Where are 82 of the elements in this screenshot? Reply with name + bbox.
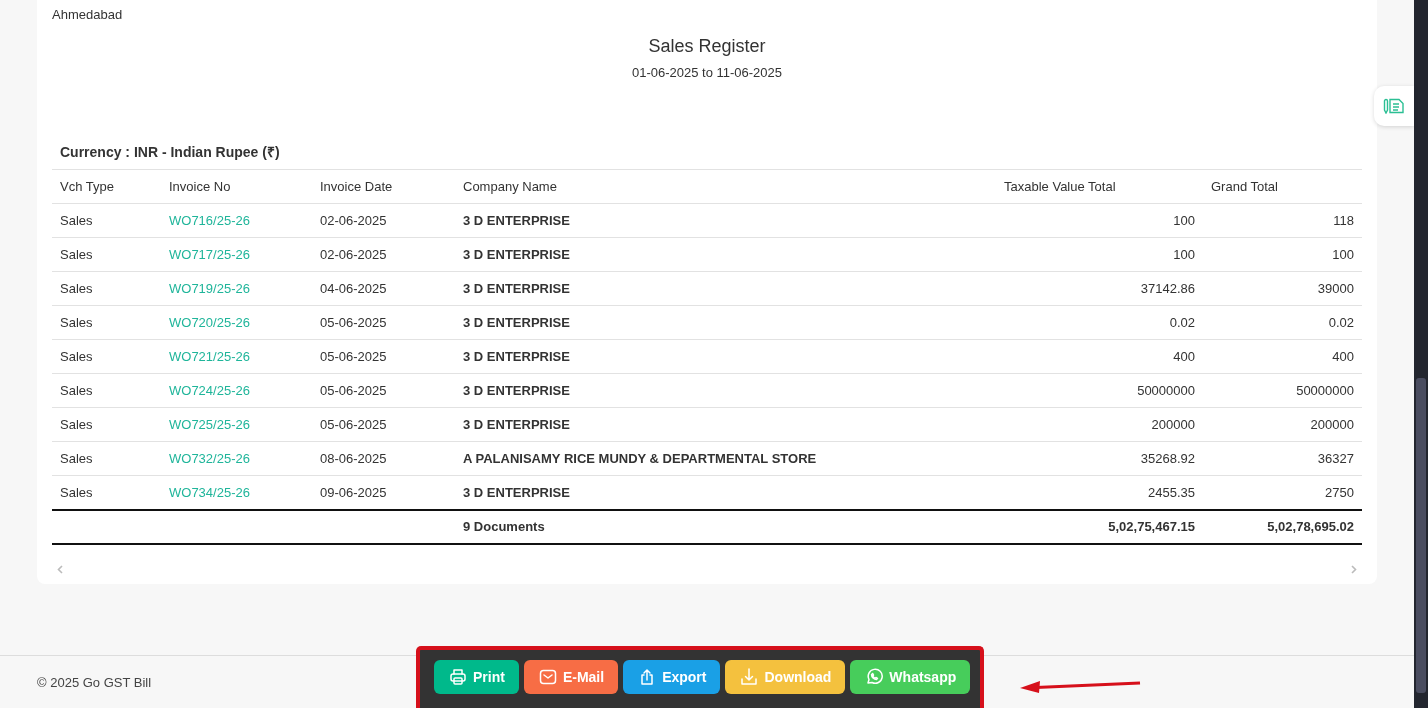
invoice-link[interactable]: WO732/25-26 (169, 451, 250, 466)
table-cell: Sales (60, 417, 93, 432)
table-cell: 05-06-2025 (320, 315, 387, 330)
table-cell: 04-06-2025 (320, 281, 387, 296)
table-cell: 400 (1173, 349, 1195, 364)
invoice-link[interactable]: WO724/25-26 (169, 383, 250, 398)
email-button[interactable]: E-Mail (523, 660, 619, 694)
table-cell: 50000000 (1137, 383, 1195, 398)
table-cell: 3 D ENTERPRISE (463, 417, 570, 432)
table-cell: Sales (60, 451, 93, 466)
table-cell: 35268.92 (1140, 451, 1195, 466)
location-text: Ahmedabad (52, 7, 123, 22)
table-cell: 100 (1332, 247, 1354, 262)
column-header: Grand Total (1211, 179, 1278, 194)
export-button[interactable]: Export (623, 660, 721, 694)
table-cell: 02-06-2025 (320, 213, 387, 228)
invoice-link[interactable]: WO725/25-26 (169, 417, 250, 432)
table-cell: Sales (60, 213, 93, 228)
printer-icon (449, 668, 467, 686)
document-count: 9 Documents (463, 519, 545, 534)
invoice-link[interactable]: WO734/25-26 (169, 484, 250, 500)
table-cell: 3 D ENTERPRISE (463, 484, 570, 500)
table-cell: 118 (1333, 213, 1354, 228)
table-cell: Sales (60, 281, 93, 296)
invoice-link[interactable]: WO720/25-26 (169, 315, 250, 330)
table-cell: 2750 (1325, 484, 1354, 500)
table-cell: 3 D ENTERPRISE (463, 315, 570, 330)
column-header: Invoice Date (320, 179, 393, 194)
table-cell: 200000 (1310, 417, 1354, 432)
table-cell: 100 (1173, 213, 1195, 228)
table-cell: 3 D ENTERPRISE (463, 349, 570, 364)
column-header: Invoice No (169, 179, 231, 194)
invoice-link[interactable]: WO717/25-26 (169, 247, 250, 262)
table-cell: Sales (60, 484, 93, 500)
table-cell: 3 D ENTERPRISE (463, 213, 570, 228)
table-cell: 3 D ENTERPRISE (463, 281, 570, 296)
table-cell: 3 D ENTERPRISE (463, 383, 570, 398)
table-cell: Sales (60, 247, 93, 262)
scrollbar[interactable] (1414, 0, 1428, 708)
copyright-text: © 2025 Go GST Bill (37, 674, 152, 690)
table-cell: 08-06-2025 (320, 451, 387, 466)
table-cell: 05-06-2025 (320, 349, 387, 364)
column-header: Taxable Value Total (1004, 179, 1116, 194)
table-cell: 02-06-2025 (320, 247, 387, 262)
total-value: 5,02,78,695.02 (1267, 519, 1354, 534)
table-cell: 100 (1173, 247, 1195, 262)
chat-bubble-icon (865, 668, 884, 686)
envelope-icon (538, 668, 557, 686)
column-header: Vch Type (60, 179, 114, 194)
table-cell: 37142.86 (1140, 281, 1195, 296)
download-icon (740, 668, 759, 686)
total-value: 5,02,75,467.15 (1108, 519, 1195, 534)
download-button[interactable]: Download (725, 660, 846, 694)
table-cell: A PALANISAMY RICE MUNDY & DEPARTMENTAL STORE (463, 451, 817, 466)
report-period: 01-06-2025 to 11-06-2025 (631, 65, 783, 80)
table-cell: Sales (60, 349, 93, 364)
table-cell: 39000 (1317, 281, 1354, 296)
table-cell: Sales (60, 315, 93, 330)
table-cell: Sales (60, 383, 93, 398)
table-cell: 0.02 (1328, 315, 1354, 330)
table-cell: 50000000 (1296, 383, 1354, 398)
scroll-left-icon[interactable] (57, 564, 63, 574)
table-cell: 36327 (1317, 451, 1354, 466)
column-header: Company Name (463, 179, 557, 194)
pen-document-icon (1383, 98, 1405, 114)
invoice-link[interactable]: WO721/25-26 (169, 349, 250, 364)
table-cell: 2455.35 (1148, 484, 1195, 500)
currency-label: Currency : INR - Indian Rupee (₹) (60, 143, 280, 161)
report-title: Sales Register (648, 36, 766, 57)
table-cell: 3 D ENTERPRISE (463, 247, 570, 262)
table-cell: 05-06-2025 (320, 383, 387, 398)
side-tab[interactable] (1374, 86, 1414, 126)
invoice-link[interactable]: WO719/25-26 (169, 281, 250, 296)
whatsapp-button[interactable]: Whatsapp (850, 660, 971, 694)
invoice-link[interactable]: WO716/25-26 (169, 213, 250, 228)
table-cell: 09-06-2025 (320, 484, 387, 500)
table-cell: 200000 (1151, 417, 1195, 432)
scroll-right-icon[interactable] (1351, 564, 1357, 574)
table-cell: 05-06-2025 (320, 417, 387, 432)
table-cell: 0.02 (1169, 315, 1195, 330)
print-button[interactable]: Print (434, 660, 519, 694)
table-cell: 400 (1332, 349, 1354, 364)
